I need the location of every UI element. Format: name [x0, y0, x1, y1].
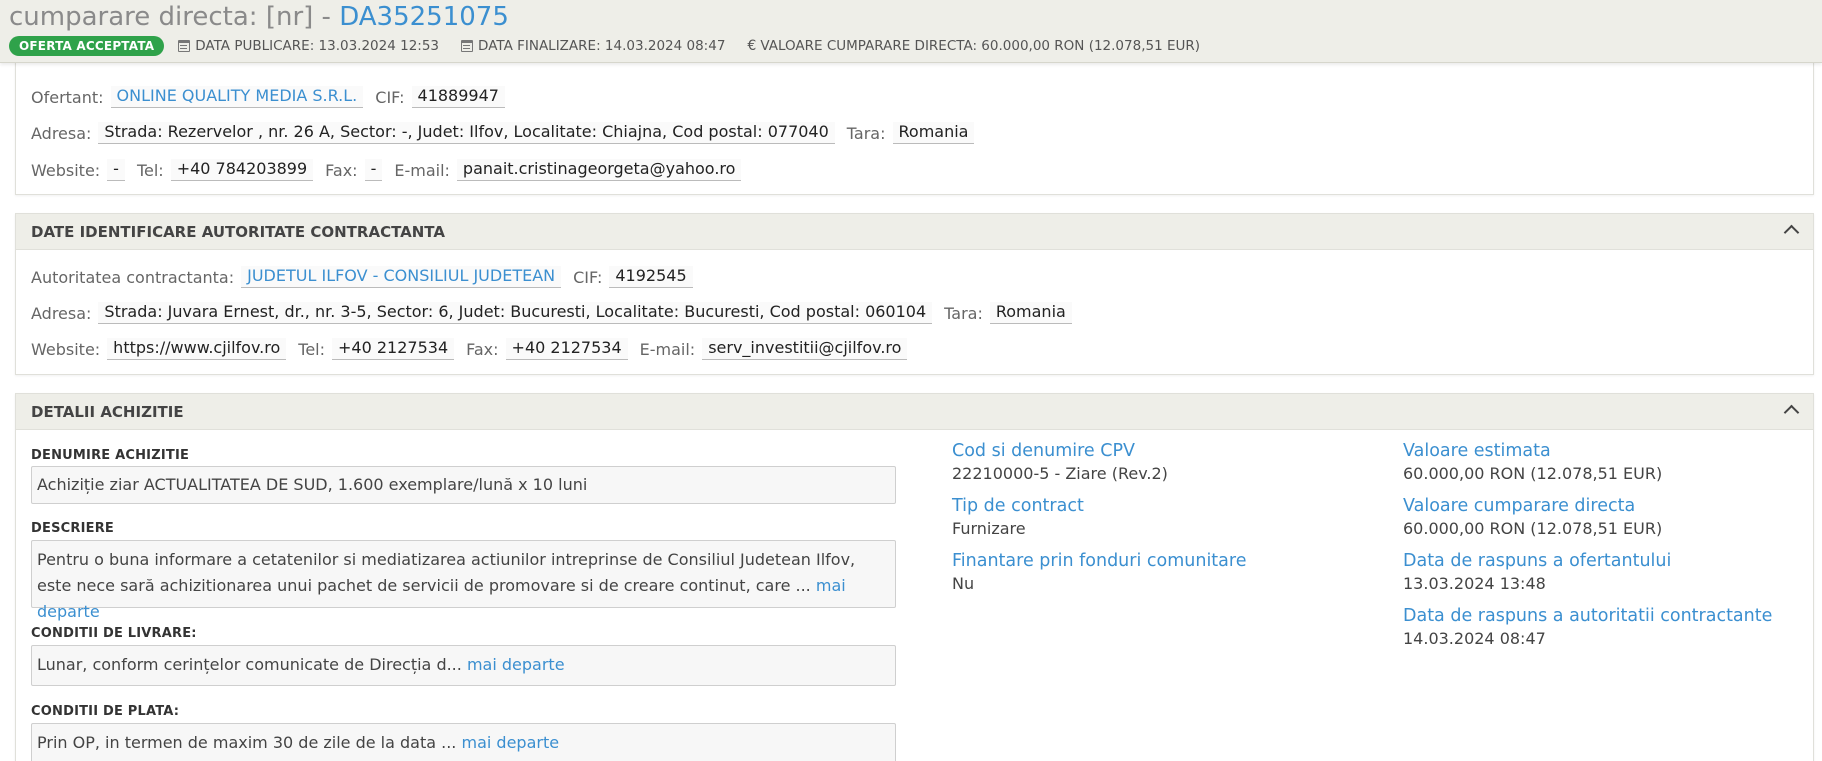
adresa-label: Adresa: [31, 123, 92, 143]
calendar-icon [178, 40, 191, 52]
autoritate-row-2: Adresa: Strada: Juvara Ernest, dr., nr. … [31, 302, 1084, 324]
fax-value: - [364, 159, 383, 181]
status-badge: OFERTA ACCEPTATA [9, 36, 165, 56]
purchase-value-text: VALOARE CUMPARARE DIRECTA: 60.000,00 RON… [760, 38, 1201, 54]
valoare-cumparare-title: Valoare cumparare directa [1403, 496, 1636, 516]
section-title: DETALII ACHIZITIE [31, 403, 184, 421]
livrare-field: Lunar, conform cerințelor comunicate de … [31, 645, 896, 686]
cpv-title: Cod si denumire CPV [952, 441, 1135, 461]
email-value: serv_investitii@cjilfov.ro [702, 338, 908, 360]
tara-label: Tara: [944, 303, 983, 323]
tel-label: Tel: [298, 339, 326, 359]
autoritate-link[interactable]: JUDETUL ILFOV - CONSILIUL JUDETEAN [241, 266, 562, 288]
ofertant-row-1: Ofertant: ONLINE QUALITY MEDIA S.R.L. CI… [31, 86, 517, 108]
website-label: Website: [31, 160, 101, 180]
title-prefix: cumparare directa: [nr] - [9, 2, 340, 32]
header-meta: OFERTA ACCEPTATA DATA PUBLICARE: 13.03.2… [9, 36, 1222, 56]
ofertant-row-2: Adresa: Strada: Rezervelor , nr. 26 A, S… [31, 122, 986, 144]
tip-contract-title: Tip de contract [952, 496, 1084, 516]
ofertant-row-3: Website: - Tel: +40 784203899 Fax: - E-m… [31, 159, 753, 181]
more-link[interactable]: mai departe [467, 655, 565, 674]
livrare-value: Lunar, conform cerințelor comunicate de … [37, 655, 462, 674]
denumire-value: Achiziție ziar ACTUALITATEA DE SUD, 1.60… [37, 475, 588, 494]
detalii-panel: DETALII ACHIZITIE DENUMIRE ACHIZITIE Ach… [15, 393, 1814, 761]
tara-value: Romania [989, 302, 1072, 324]
chevron-up-icon[interactable] [1783, 404, 1800, 421]
autoritate-panel: DATE IDENTIFICARE AUTORITATE CONTRACTANT… [15, 213, 1814, 375]
tel-value: +40 784203899 [170, 159, 314, 181]
purchase-value: € VALOARE CUMPARARE DIRECTA: 60.000,00 R… [747, 38, 1200, 54]
fax-value: +40 2127534 [505, 338, 628, 360]
descriere-value: Pentru o buna informare a cetatenilor si… [37, 550, 856, 595]
website-label: Website: [31, 339, 101, 359]
tip-contract-value: Furnizare [952, 519, 1026, 538]
finalize-date: DATA FINALIZARE: 14.03.2024 08:47 [461, 38, 725, 54]
raspuns-autoritate-value: 14.03.2024 08:47 [1403, 629, 1546, 648]
plata-label: CONDITII DE PLATA: [31, 704, 180, 719]
ofertant-link[interactable]: ONLINE QUALITY MEDIA S.R.L. [110, 86, 364, 108]
email-label: E-mail: [639, 339, 696, 359]
more-link[interactable]: mai departe [461, 733, 559, 752]
tara-value: Romania [892, 122, 975, 144]
plata-field: Prin OP, in termen de maxim 30 de zile d… [31, 723, 896, 761]
tel-value: +40 2127534 [332, 338, 455, 360]
detalii-panel-header[interactable]: DETALII ACHIZITIE [16, 394, 1813, 430]
cif-label: CIF: [573, 267, 603, 287]
finalize-date-text: DATA FINALIZARE: 14.03.2024 08:47 [478, 38, 726, 54]
procedure-code-link[interactable]: DA35251075 [339, 2, 509, 32]
email-label: E-mail: [394, 160, 450, 180]
euro-icon: € [747, 38, 757, 54]
finantare-title: Finantare prin fonduri comunitare [952, 551, 1247, 571]
website-value: https://www.cjilfov.ro [107, 338, 287, 360]
cif-value: 41889947 [411, 86, 505, 108]
page-title: cumparare directa: [nr] - DA35251075 [9, 2, 509, 32]
page-header: cumparare directa: [nr] - DA35251075 OFE… [0, 0, 1822, 63]
plata-value: Prin OP, in termen de maxim 30 de zile d… [37, 733, 457, 752]
adresa-value: Strada: Juvara Ernest, dr., nr. 3-5, Sec… [98, 302, 933, 324]
cif-label: CIF: [375, 87, 405, 107]
fax-label: Fax: [325, 160, 358, 180]
denumire-field: Achiziție ziar ACTUALITATEA DE SUD, 1.60… [31, 466, 896, 504]
tara-label: Tara: [846, 123, 886, 143]
autoritate-label: Autoritatea contractanta: [31, 267, 235, 287]
autoritate-panel-header[interactable]: DATE IDENTIFICARE AUTORITATE CONTRACTANT… [16, 214, 1813, 250]
valoare-estimata-value: 60.000,00 RON (12.078,51 EUR) [1403, 464, 1663, 483]
raspuns-ofertant-value: 13.03.2024 13:48 [1403, 574, 1546, 593]
autoritate-row-3: Website: https://www.cjilfov.ro Tel: +40… [31, 338, 919, 360]
adresa-label: Adresa: [31, 303, 92, 323]
email-value: panait.cristinageorgeta@yahoo.ro [456, 159, 742, 181]
fax-label: Fax: [466, 339, 499, 359]
chevron-up-icon[interactable] [1783, 224, 1800, 241]
ofertant-label: Ofertant: [31, 87, 104, 107]
publish-date-text: DATA PUBLICARE: 13.03.2024 12:53 [195, 38, 440, 54]
raspuns-autoritate-title: Data de raspuns a autoritatii contractan… [1403, 606, 1773, 626]
cif-value: 4192545 [609, 266, 693, 288]
finantare-value: Nu [952, 574, 975, 593]
livrare-label: CONDITII DE LIVRARE: [31, 626, 197, 641]
cpv-value: 22210000-5 - Ziare (Rev.2) [952, 464, 1168, 483]
autoritate-row-1: Autoritatea contractanta: JUDETUL ILFOV … [31, 266, 705, 288]
descriere-label: DESCRIERE [31, 521, 114, 536]
tel-label: Tel: [136, 160, 164, 180]
adresa-value: Strada: Rezervelor , nr. 26 A, Sector: -… [98, 122, 835, 144]
denumire-label: DENUMIRE ACHIZITIE [31, 448, 190, 463]
valoare-estimata-title: Valoare estimata [1403, 441, 1551, 461]
publish-date: DATA PUBLICARE: 13.03.2024 12:53 [178, 38, 439, 54]
website-value: - [107, 159, 125, 181]
descriere-field: Pentru o buna informare a cetatenilor si… [31, 540, 896, 621]
section-title: DATE IDENTIFICARE AUTORITATE CONTRACTANT… [31, 223, 445, 241]
valoare-cumparare-value: 60.000,00 RON (12.078,51 EUR) [1403, 519, 1663, 538]
calendar-icon [461, 40, 474, 52]
raspuns-ofertant-title: Data de raspuns a ofertantului [1403, 551, 1672, 571]
